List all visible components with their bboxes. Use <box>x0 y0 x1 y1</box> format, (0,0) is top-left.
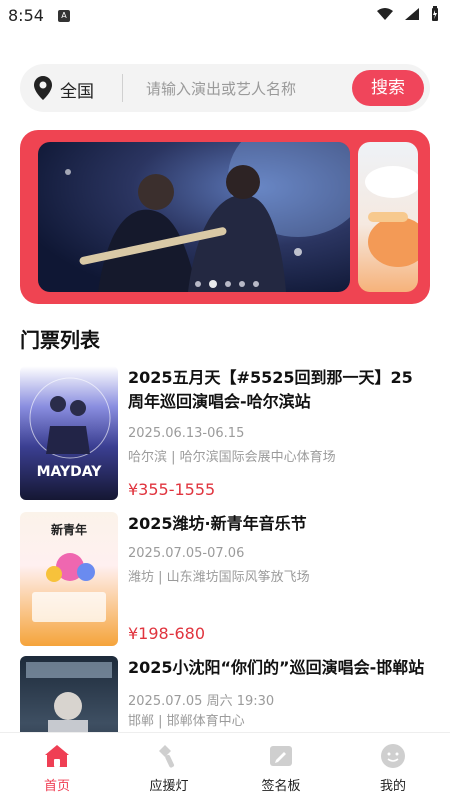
app-notification-icon: A <box>58 10 70 22</box>
status-icons <box>376 6 440 22</box>
section-title: 门票列表 <box>20 328 100 352</box>
ticket-venue: 哈尔滨 | 哈尔滨国际会展中心体育场 <box>128 450 336 465</box>
ticket-item[interactable]: MAYDAY 2025五月天【#5525回到那一天】25周年巡回演唱会-哈尔滨站… <box>20 366 430 502</box>
carousel-dot[interactable] <box>253 281 259 287</box>
ticket-venue: 邯郸 | 邯郸体育中心 <box>128 714 245 729</box>
status-time: 8:54 <box>8 6 44 25</box>
ticket-price: ¥198-680 <box>128 624 206 643</box>
profile-icon <box>381 744 405 768</box>
nav-label-signboard: 签名板 <box>261 779 301 794</box>
banner-carousel[interactable] <box>20 130 430 304</box>
nav-item-home[interactable]: 首页 <box>12 743 102 794</box>
bottom-nav: 首页 应援灯 签名板 我的 <box>0 732 450 801</box>
signal-icon <box>405 8 419 20</box>
ticket-item[interactable]: 新青年 2025潍坊·新青年音乐节 2025.07.05-07.06 潍坊 | … <box>20 512 430 648</box>
banner-slide-next[interactable] <box>358 142 418 292</box>
poster-image[interactable]: MAYDAY <box>20 366 118 500</box>
wifi-icon <box>377 8 393 20</box>
poster-title-text: MAYDAY <box>37 464 103 480</box>
ticket-date: 2025.06.13-06.15 <box>128 426 245 441</box>
carousel-indicator <box>195 280 259 288</box>
concert-photo-illustration <box>65 142 350 292</box>
ticket-date: 2025.07.05-07.06 <box>128 546 245 561</box>
city-selector[interactable]: 全国 <box>60 77 94 102</box>
ticket-venue: 潍坊 | 山东潍坊国际风筝放飞场 <box>128 570 310 585</box>
search-button[interactable]: 搜索 <box>352 70 424 106</box>
nav-item-signboard[interactable]: 签名板 <box>236 743 326 794</box>
nav-item-profile[interactable]: 我的 <box>348 743 438 794</box>
banner-slide-concert[interactable] <box>38 142 350 292</box>
ticket-title[interactable]: 2025五月天【#5525回到那一天】25周年巡回演唱会-哈尔滨站 <box>128 366 428 414</box>
poster-image[interactable]: 新青年 <box>20 512 118 646</box>
carousel-dot-active[interactable] <box>209 280 217 288</box>
ticket-title[interactable]: 2025小沈阳“你们的”巡回演唱会-邯郸站 <box>128 656 428 680</box>
status-bar: 8:54 A <box>0 0 450 30</box>
nav-label-lightstick: 应援灯 <box>149 779 189 794</box>
ticket-price: ¥355-1555 <box>128 480 216 499</box>
poster-title-text: 新青年 <box>51 522 87 537</box>
ticket-title[interactable]: 2025潍坊·新青年音乐节 <box>128 512 428 536</box>
carousel-dot[interactable] <box>239 281 245 287</box>
nav-label-profile: 我的 <box>379 779 406 794</box>
nav-item-lightstick[interactable]: 应援灯 <box>124 743 214 794</box>
search-divider <box>122 74 123 102</box>
home-icon <box>45 745 69 767</box>
ticket-date: 2025.07.05 周六 19:30 <box>128 694 275 709</box>
cloud-illustration <box>365 166 418 267</box>
lightstick-icon <box>159 745 175 768</box>
location-pin-icon[interactable] <box>34 76 52 100</box>
search-input[interactable]: 请输入演出或艺人名称 <box>146 78 296 99</box>
carousel-dot[interactable] <box>195 281 201 287</box>
nav-label-home: 首页 <box>43 779 70 794</box>
signboard-icon <box>270 746 292 766</box>
search-bar: 全国 请输入演出或艺人名称 搜索 <box>20 64 430 112</box>
carousel-dot[interactable] <box>225 281 231 287</box>
battery-icon <box>432 6 438 21</box>
